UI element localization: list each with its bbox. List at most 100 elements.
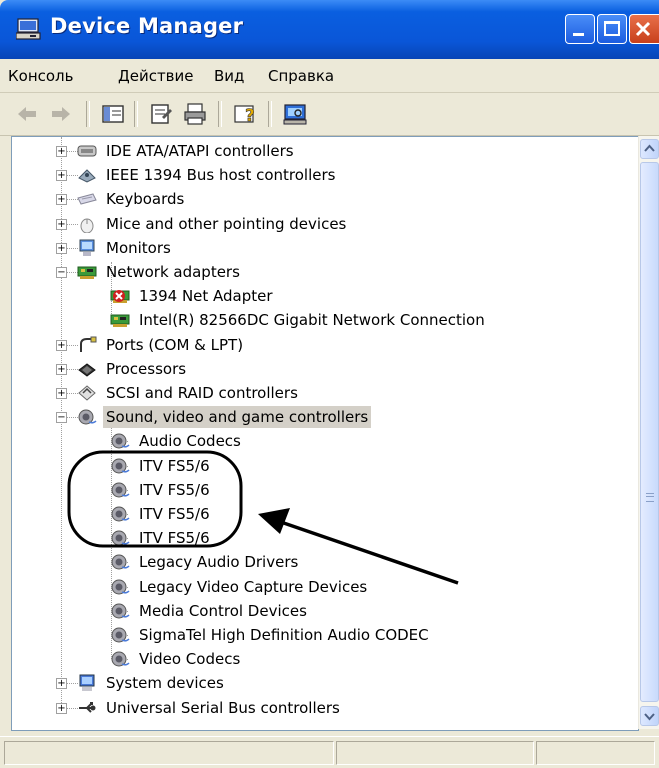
grip-icon [646,493,654,502]
sound-device-icon [111,603,130,619]
expand-toggle[interactable]: + [56,242,67,254]
device-item[interactable]: ITV FS5/6 [110,503,638,525]
collapse-toggle[interactable]: − [56,267,67,278]
device-tree[interactable]: + IDE ATA/ATAPI controllers + IEEE 1394 Bus… [11,136,639,731]
menu-bar: Консоль Действие Вид Справка [0,59,659,93]
device-item[interactable]: 1394 Net Adapter [110,285,638,307]
device-label: Audio Codecs [139,432,241,451]
scsi-icon [78,385,96,401]
vertical-scrollbar[interactable] [638,136,659,729]
expand-toggle[interactable]: + [56,702,67,714]
sound-device-icon [111,482,130,498]
expand-toggle[interactable]: + [56,146,67,157]
chevron-up-icon [644,144,655,152]
device-label: ITV FS5/6 [139,505,210,523]
title-bar[interactable]: Device Manager [0,0,659,59]
device-item[interactable]: Legacy Video Capture Devices [110,576,638,598]
status-pane-2 [336,741,534,765]
toolbar: ? [0,93,659,136]
device-item[interactable]: Legacy Audio Drivers [110,551,638,573]
menu-console[interactable]: Консоль [8,67,74,85]
expand-toggle[interactable]: + [56,170,67,182]
expand-toggle[interactable]: + [56,388,67,399]
ieee1394-icon [78,169,96,183]
sound-device-icon [111,433,130,449]
scroll-down-button[interactable] [640,706,659,726]
status-pane-1 [4,741,334,765]
device-label: Ports (COM & LPT) [106,335,244,354]
network-card-icon [110,314,130,328]
device-label: Video Codecs [139,650,241,669]
device-item[interactable]: ITV FS5/6 [110,479,638,501]
show-hide-tree-icon[interactable] [100,101,126,127]
menu-action[interactable]: Действие [118,67,194,85]
mouse-icon [80,218,94,233]
forward-icon[interactable] [48,101,74,127]
close-button[interactable] [629,14,659,44]
device-label: 1394 Net Adapter [139,287,273,306]
minimize-button[interactable] [565,14,595,44]
device-item[interactable]: Video Codecs [110,648,638,670]
device-category[interactable]: IDE ATA/ATAPI controllers [77,140,638,162]
scroll-up-button[interactable] [640,139,659,159]
expand-toggle[interactable]: + [56,194,67,206]
expand-toggle[interactable]: + [56,339,67,351]
device-label: Universal Serial Bus controllers [106,698,340,717]
maximize-icon [604,21,620,36]
expand-toggle[interactable]: + [56,218,67,230]
device-category[interactable]: Sound, video and game controllers [77,406,638,429]
device-category[interactable]: Processors [77,358,638,380]
device-item[interactable]: Intel(R) 82566DC Gigabit Network Connect… [110,309,638,331]
device-label: Keyboards [106,190,185,209]
properties-icon[interactable] [148,101,174,127]
device-label: ITV FS5/6 [139,529,210,548]
sound-device-icon [111,458,130,474]
device-item[interactable]: SigmaTel High Definition Audio CODEC [110,624,638,646]
device-item[interactable]: ITV FS5/6 [110,455,638,477]
device-label: Monitors [106,238,171,257]
device-category[interactable]: System devices [77,672,638,694]
keyboard-icon [77,193,97,205]
maximize-button[interactable] [597,14,627,44]
scroll-thumb[interactable] [640,162,659,702]
device-item[interactable]: Media Control Devices [110,600,638,622]
device-label: Legacy Audio Drivers [139,553,299,572]
expand-toggle[interactable]: + [56,678,67,690]
device-label: ITV FS5/6 [139,456,210,475]
device-category[interactable]: SCSI and RAID controllers [77,382,638,404]
expand-toggle[interactable]: + [56,363,67,375]
status-pane-3 [536,741,655,765]
network-adapter-icon [77,266,97,279]
device-label: System devices [106,674,224,693]
menu-help[interactable]: Справка [268,67,334,85]
device-manager-window: Device Manager Консоль Действие Вид Спра… [0,0,659,768]
device-category[interactable]: IEEE 1394 Bus host controllers [77,164,638,186]
device-category[interactable]: Keyboards [77,188,638,210]
sound-device-icon [111,554,130,570]
print-icon[interactable] [182,101,208,127]
device-category[interactable]: Mice and other pointing devices [77,213,638,235]
device-category[interactable]: Ports (COM & LPT) [77,334,638,356]
device-manager-icon [16,18,41,40]
scan-hardware-icon[interactable] [282,101,308,127]
help-icon[interactable]: ? [232,101,258,127]
device-category[interactable]: Network adapters [77,261,638,283]
back-icon[interactable] [14,101,40,127]
close-icon [635,21,651,37]
device-category[interactable]: Monitors [77,237,638,259]
device-item[interactable]: Audio Codecs [110,430,638,452]
svg-text:?: ? [245,106,255,126]
collapse-toggle[interactable]: − [56,412,67,424]
status-bar [0,736,659,768]
system-device-icon [79,674,95,692]
device-label: Processors [106,359,187,378]
device-category[interactable]: Universal Serial Bus controllers [77,697,638,719]
menu-view[interactable]: Вид [214,67,244,85]
monitor-icon [79,239,95,256]
device-item[interactable]: ITV FS5/6 [110,527,638,549]
network-card-disabled-icon [110,290,130,304]
sound-device-icon [111,530,130,546]
device-label: IDE ATA/ATAPI controllers [106,142,294,160]
sound-device-icon [111,579,130,595]
sound-icon [78,409,97,425]
